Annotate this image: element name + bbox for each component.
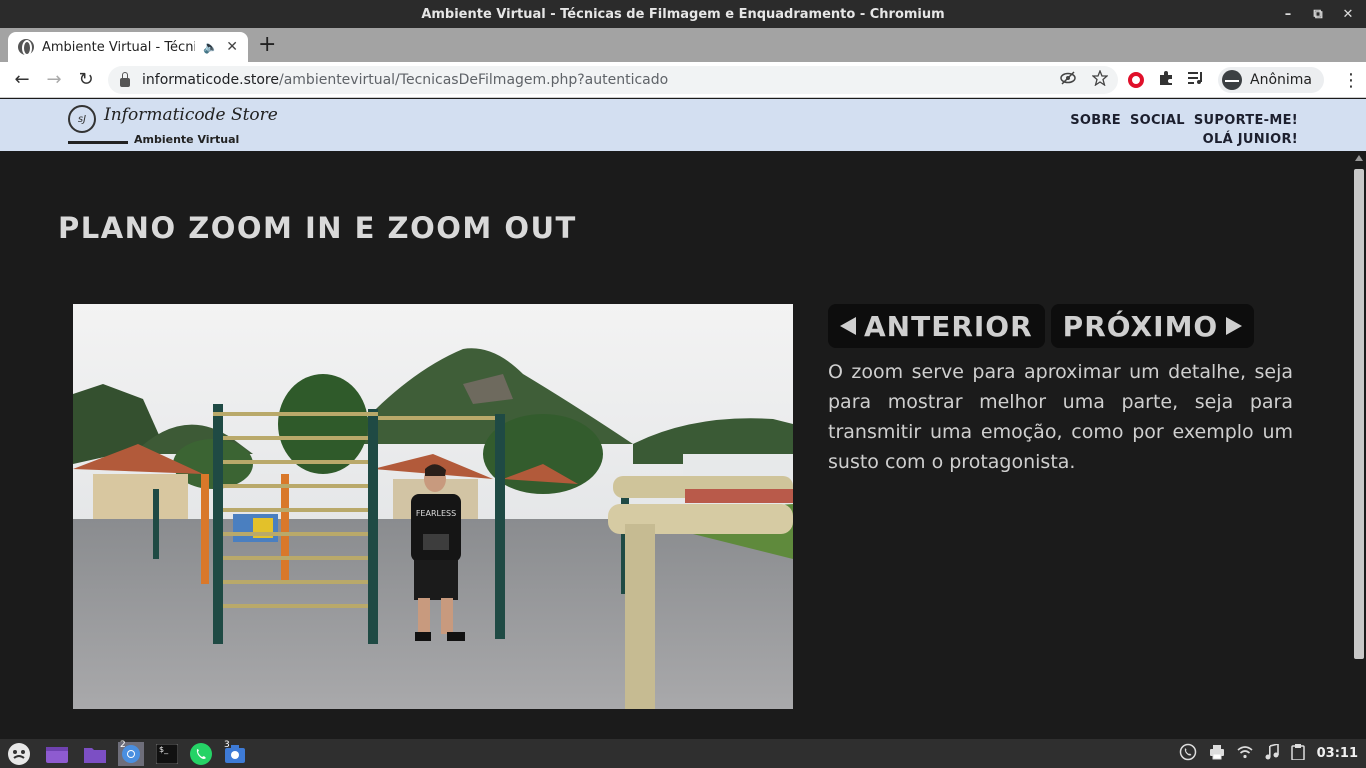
system-tray: 03:11 [1179, 739, 1358, 768]
profile-label: Anônima [1250, 72, 1312, 88]
globe-icon [18, 39, 34, 56]
speaker-icon[interactable]: 🔈 [203, 40, 218, 54]
page-title: PLANO ZOOM IN E ZOOM OUT [58, 211, 577, 245]
chromium-taskbar-icon[interactable]: 2 [118, 740, 144, 766]
browser-tab[interactable]: Ambiente Virtual - Técnica 🔈 ✕ [8, 32, 248, 62]
forward-button[interactable]: → [38, 64, 70, 96]
clipboard-icon[interactable] [1290, 743, 1305, 764]
workspace-icon[interactable] [44, 742, 70, 766]
clock[interactable]: 03:11 [1317, 746, 1358, 761]
tab-title: Ambiente Virtual - Técnica [42, 39, 196, 55]
omnibox-icons [1060, 66, 1109, 94]
new-tab-button[interactable]: + [258, 34, 276, 56]
page-content: PLANO ZOOM IN E ZOOM OUT FEARLESS ANTERI… [0, 151, 1352, 739]
url-host: informaticode.store [142, 72, 279, 88]
star-icon[interactable] [1091, 69, 1109, 90]
window-controls: – ⧉ ✕ [1280, 0, 1356, 28]
scroll-up-icon[interactable] [1355, 155, 1363, 161]
logo-subtitle: Ambiente Virtual [134, 133, 240, 146]
lock-icon[interactable] [120, 71, 130, 87]
screenshot-app-icon[interactable]: 3 [222, 740, 248, 766]
nav-suporte[interactable]: SUPORTE-ME! [1194, 113, 1298, 128]
nav-sobre[interactable]: SOBRE [1070, 113, 1121, 128]
incognito-icon [1222, 70, 1242, 90]
close-tab-button[interactable]: ✕ [226, 39, 238, 55]
address-bar[interactable]: informaticode.store/ambientevirtual/Tecn… [108, 66, 1118, 94]
lesson-photo: FEARLESS [73, 304, 793, 709]
lesson-navigation: ANTERIOR PRÓXIMO [828, 304, 1255, 348]
terminal-glyph: $_ [159, 745, 169, 754]
wifi-icon[interactable] [1237, 745, 1253, 763]
extensions-area: Anônima ⋮ [1128, 62, 1360, 98]
lesson-description: O zoom serve para aproximar um detalhe, … [828, 361, 1293, 473]
adblock-extension-icon[interactable] [1128, 72, 1144, 88]
next-button[interactable]: PRÓXIMO [1050, 304, 1255, 348]
app-menu-icon[interactable] [6, 742, 32, 766]
user-greeting[interactable]: OLÁ JUNIOR! [1203, 132, 1298, 147]
whatsapp-icon[interactable] [188, 742, 214, 766]
profile-button[interactable]: Anônima [1218, 67, 1324, 93]
terminal-icon[interactable]: $_ [154, 742, 180, 766]
tab-strip: Ambiente Virtual - Técnica 🔈 ✕ + [0, 28, 1366, 62]
os-taskbar: 2 $_ 3 03:11 [0, 739, 1366, 768]
printer-icon[interactable] [1209, 744, 1225, 764]
arrow-left-icon [840, 317, 856, 335]
previous-label: ANTERIOR [864, 309, 1033, 343]
minimize-button[interactable]: – [1280, 7, 1296, 22]
eye-off-icon[interactable] [1060, 71, 1076, 89]
music-icon[interactable] [1265, 742, 1279, 764]
site-nav: SOBRE SOCIAL SUPORTE-ME! [1070, 113, 1298, 128]
nav-social[interactable]: SOCIAL [1130, 113, 1185, 128]
previous-button[interactable]: ANTERIOR [828, 304, 1045, 348]
arrow-right-icon [1226, 317, 1243, 335]
window-title: Ambiente Virtual - Técnicas de Filmagem … [421, 6, 945, 22]
site-header: sJ Informaticode Store Ambiente Virtual … [0, 99, 1366, 151]
puzzle-icon[interactable] [1158, 70, 1174, 90]
site-logo[interactable]: sJ Informaticode Store Ambiente Virtual [68, 103, 278, 147]
reload-button[interactable]: ↻ [70, 64, 102, 96]
window-titlebar: Ambiente Virtual - Técnicas de Filmagem … [0, 0, 1366, 28]
shirt-text: FEARLESS [416, 509, 456, 518]
page-scrollbar[interactable] [1352, 151, 1366, 739]
logo-mark-icon: sJ [68, 105, 96, 133]
logo-name: Informaticode Store [104, 105, 278, 125]
logo-underline [68, 141, 128, 144]
media-control-icon[interactable] [1188, 71, 1204, 89]
scroll-thumb[interactable] [1354, 169, 1364, 659]
url-path: /ambientevirtual/TecnicasDeFilmagem.php?… [279, 72, 669, 88]
back-button[interactable]: ← [6, 64, 38, 96]
browser-toolbar: ← → ↻ informaticode.store/ambientevirtua… [0, 62, 1366, 98]
menu-icon[interactable]: ⋮ [1342, 70, 1360, 91]
whatsapp-tray-icon[interactable] [1179, 743, 1197, 765]
maximize-button[interactable]: ⧉ [1310, 7, 1326, 22]
chromium-window-count: 2 [120, 740, 126, 750]
screenshot-window-count: 3 [224, 740, 230, 750]
folder-icon[interactable] [82, 742, 108, 766]
next-label: PRÓXIMO [1062, 309, 1219, 343]
close-window-button[interactable]: ✕ [1340, 7, 1356, 22]
